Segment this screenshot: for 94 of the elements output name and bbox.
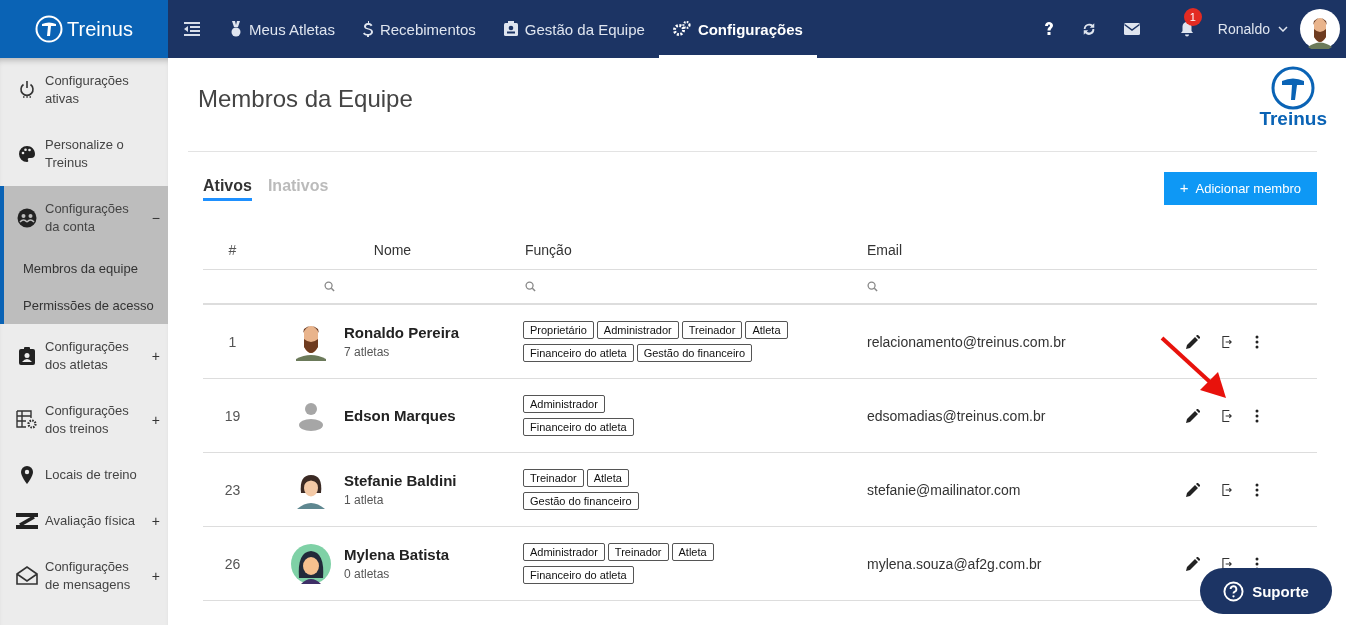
edit-icon[interactable]: [1186, 482, 1200, 497]
user-avatar[interactable]: [1300, 9, 1340, 49]
role-tag: Gestão do financeiro: [636, 344, 753, 362]
avatar-figure: [291, 543, 331, 584]
nav-tab[interactable]: Meus Atletas: [216, 0, 349, 58]
member-name: Ronaldo Pereira: [344, 324, 461, 341]
member-email: relacionamento@treinus.com.br: [866, 333, 1067, 350]
export-icon[interactable]: [1222, 334, 1233, 349]
role-tag: Gestão do financeiro: [523, 492, 639, 510]
athlete-count: 1 atleta: [344, 493, 385, 507]
gears-icon: [672, 21, 691, 37]
ruler-icon: [16, 513, 38, 529]
member-name: Stefanie Baldini: [344, 472, 458, 489]
logo-text: Treinus: [1259, 108, 1327, 130]
role-tag: Atleta: [745, 321, 788, 339]
nav-tab[interactable]: Configurações: [658, 0, 817, 58]
page-title: Membros da Equipe: [198, 85, 413, 113]
sync-icon[interactable]: [1081, 21, 1096, 37]
member-name: Edson Marques: [344, 407, 457, 424]
edit-icon[interactable]: [1186, 408, 1200, 423]
role-tag: Financeiro do atleta: [523, 344, 634, 362]
sidebar-item[interactable]: Locais de treino: [0, 452, 168, 498]
medal-icon: [230, 21, 242, 37]
role-tag: Treinador: [607, 543, 669, 561]
edit-icon[interactable]: [1186, 556, 1200, 571]
column-header: Nome: [372, 242, 413, 258]
expand-toggle[interactable]: +: [151, 412, 160, 428]
search-icon[interactable]: [867, 281, 878, 292]
role-tag: Treinador: [523, 469, 584, 487]
role-tag: Administrador: [523, 395, 605, 413]
support-button[interactable]: Suporte: [1200, 568, 1332, 614]
expand-toggle[interactable]: +: [151, 513, 160, 529]
member-name: Mylena Batista: [344, 546, 451, 563]
group-icon: [16, 208, 38, 228]
table-gear-icon: [16, 410, 38, 430]
member-number: 26: [223, 555, 242, 572]
role-tag: Atleta: [671, 543, 714, 561]
role-tag: Administrador: [596, 321, 679, 339]
sidebar-subitem[interactable]: Membros da equipe: [4, 250, 168, 287]
help-icon[interactable]: [1043, 22, 1054, 36]
export-icon[interactable]: [1222, 556, 1233, 571]
expand-toggle[interactable]: +: [151, 568, 160, 584]
search-icon[interactable]: [324, 281, 335, 292]
logo-icon: [35, 15, 63, 43]
filter-tab[interactable]: Ativos: [203, 176, 252, 201]
sidebar-item[interactable]: Configurações dos treinos +: [0, 388, 168, 452]
export-icon[interactable]: [1222, 482, 1233, 497]
sidebar-item[interactable]: Configurações de mensagens +: [0, 544, 168, 608]
role-tag: Financeiro do atleta: [523, 566, 634, 584]
id-card-icon: [503, 21, 518, 37]
more-options-icon[interactable]: [1255, 408, 1259, 423]
column-header: #: [227, 242, 238, 258]
palette-icon: [16, 145, 38, 163]
dollar-icon: [362, 21, 373, 37]
collapse-menu-icon[interactable]: [184, 22, 200, 36]
logo-icon: [1271, 66, 1316, 110]
sidebar-item[interactable]: Avaliação física +: [0, 498, 168, 544]
member-email: stefanie@mailinator.com: [866, 481, 1022, 498]
member-number: 1: [227, 333, 238, 350]
role-tag: Financeiro do atleta: [523, 418, 634, 436]
column-header: Função: [524, 242, 573, 258]
sidebar-item[interactable]: Configurações ativas: [0, 58, 168, 122]
clipboard-user-icon: [16, 347, 38, 365]
member-number: 23: [223, 481, 242, 498]
expand-toggle[interactable]: −: [151, 210, 160, 226]
column-header: Email: [866, 242, 903, 258]
role-tag: Proprietário: [523, 321, 594, 339]
notification-badge: 1: [1183, 8, 1202, 26]
sidebar-item[interactable]: Configurações dos atletas +: [0, 324, 168, 388]
envelope-icon: [16, 566, 38, 586]
caret-icon: [1278, 26, 1288, 32]
nav-tab[interactable]: Recebimentos: [348, 0, 490, 58]
search-icon[interactable]: [525, 281, 536, 292]
more-options-icon[interactable]: [1255, 334, 1259, 349]
sidebar-item[interactable]: Personalize o Treinus: [0, 122, 168, 186]
role-tag: Administrador: [523, 543, 605, 561]
member-number: 19: [223, 407, 242, 424]
more-options-icon[interactable]: [1255, 482, 1259, 497]
member-email: mylena.souza@af2g.com.br: [866, 555, 1043, 572]
edit-icon[interactable]: [1186, 334, 1200, 349]
help-icon: [1223, 580, 1245, 602]
expand-toggle[interactable]: +: [151, 348, 160, 364]
member-email: edsomadias@treinus.com.br: [866, 407, 1047, 424]
default-avatar: [296, 400, 326, 431]
export-icon[interactable]: [1222, 408, 1233, 423]
athlete-count: 0 atletas: [344, 567, 391, 581]
sidebar-subitem[interactable]: Permissões de acesso: [4, 287, 168, 324]
user-menu[interactable]: Ronaldo: [1217, 21, 1288, 37]
role-tag: Treinador: [681, 321, 743, 339]
nav-tab[interactable]: Gestão da Equipe: [489, 0, 659, 58]
role-tag: Atleta: [586, 469, 629, 487]
brand-name: Treinus: [67, 17, 133, 41]
athlete-count: 7 atletas: [344, 345, 391, 359]
mail-icon[interactable]: [1123, 23, 1140, 35]
